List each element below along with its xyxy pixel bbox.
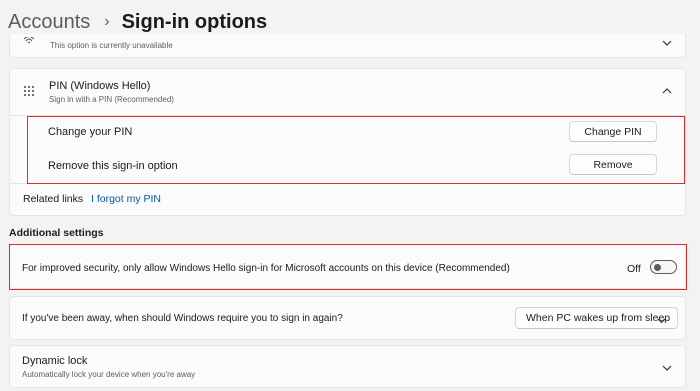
pin-divider-bottom xyxy=(10,183,685,184)
away-dropdown[interactable]: When PC wakes up from sleep xyxy=(515,307,678,329)
breadcrumb-separator-icon: › xyxy=(104,13,110,30)
related-links-label: Related links xyxy=(23,193,84,205)
toggle-knob xyxy=(654,263,661,271)
forgot-pin-link[interactable]: I forgot my PIN xyxy=(91,193,161,205)
fingerprint-subtitle: This option is currently unavailable xyxy=(50,41,173,50)
pin-keypad-icon xyxy=(23,84,35,96)
hello-only-card: For improved security, only allow Window… xyxy=(9,244,686,289)
chevron-down-icon[interactable] xyxy=(661,37,673,49)
away-text: If you've been away, when should Windows… xyxy=(22,313,343,324)
dropdown-chevron-icon xyxy=(657,315,666,327)
dynamic-lock-subtitle: Automatically lock your device when you'… xyxy=(22,370,196,379)
pin-subtitle: Sign in with a PIN (Recommended) xyxy=(49,95,174,104)
require-signin-card: If you've been away, when should Windows… xyxy=(9,296,686,340)
page-title: Sign-in options xyxy=(121,10,268,33)
additional-settings-heading: Additional settings xyxy=(9,227,104,239)
away-selected: When PC wakes up from sleep xyxy=(526,312,671,324)
fingerprint-card[interactable]: This option is currently unavailable xyxy=(9,34,686,58)
change-pin-button[interactable]: Change PIN xyxy=(569,121,657,142)
hello-only-text: For improved security, only allow Window… xyxy=(22,263,510,274)
dynamic-lock-card[interactable]: Dynamic lock Automatically lock your dev… xyxy=(9,345,686,388)
pin-divider-top xyxy=(10,115,685,116)
pin-header[interactable]: PIN (Windows Hello) Sign in with a PIN (… xyxy=(10,69,685,115)
change-pin-label: Change your PIN xyxy=(48,126,133,138)
dynamic-lock-title: Dynamic lock xyxy=(22,355,88,367)
pin-card: PIN (Windows Hello) Sign in with a PIN (… xyxy=(9,68,686,216)
hello-only-toggle[interactable] xyxy=(650,260,677,274)
remove-signin-label: Remove this sign-in option xyxy=(48,160,178,172)
hello-only-state: Off xyxy=(627,263,641,275)
chevron-up-icon[interactable] xyxy=(661,85,673,97)
remove-button[interactable]: Remove xyxy=(569,154,657,175)
breadcrumb-accounts[interactable]: Accounts xyxy=(8,11,90,34)
chevron-down-icon[interactable] xyxy=(661,362,673,374)
pin-title: PIN (Windows Hello) xyxy=(49,80,151,92)
fingerprint-icon xyxy=(22,34,36,44)
